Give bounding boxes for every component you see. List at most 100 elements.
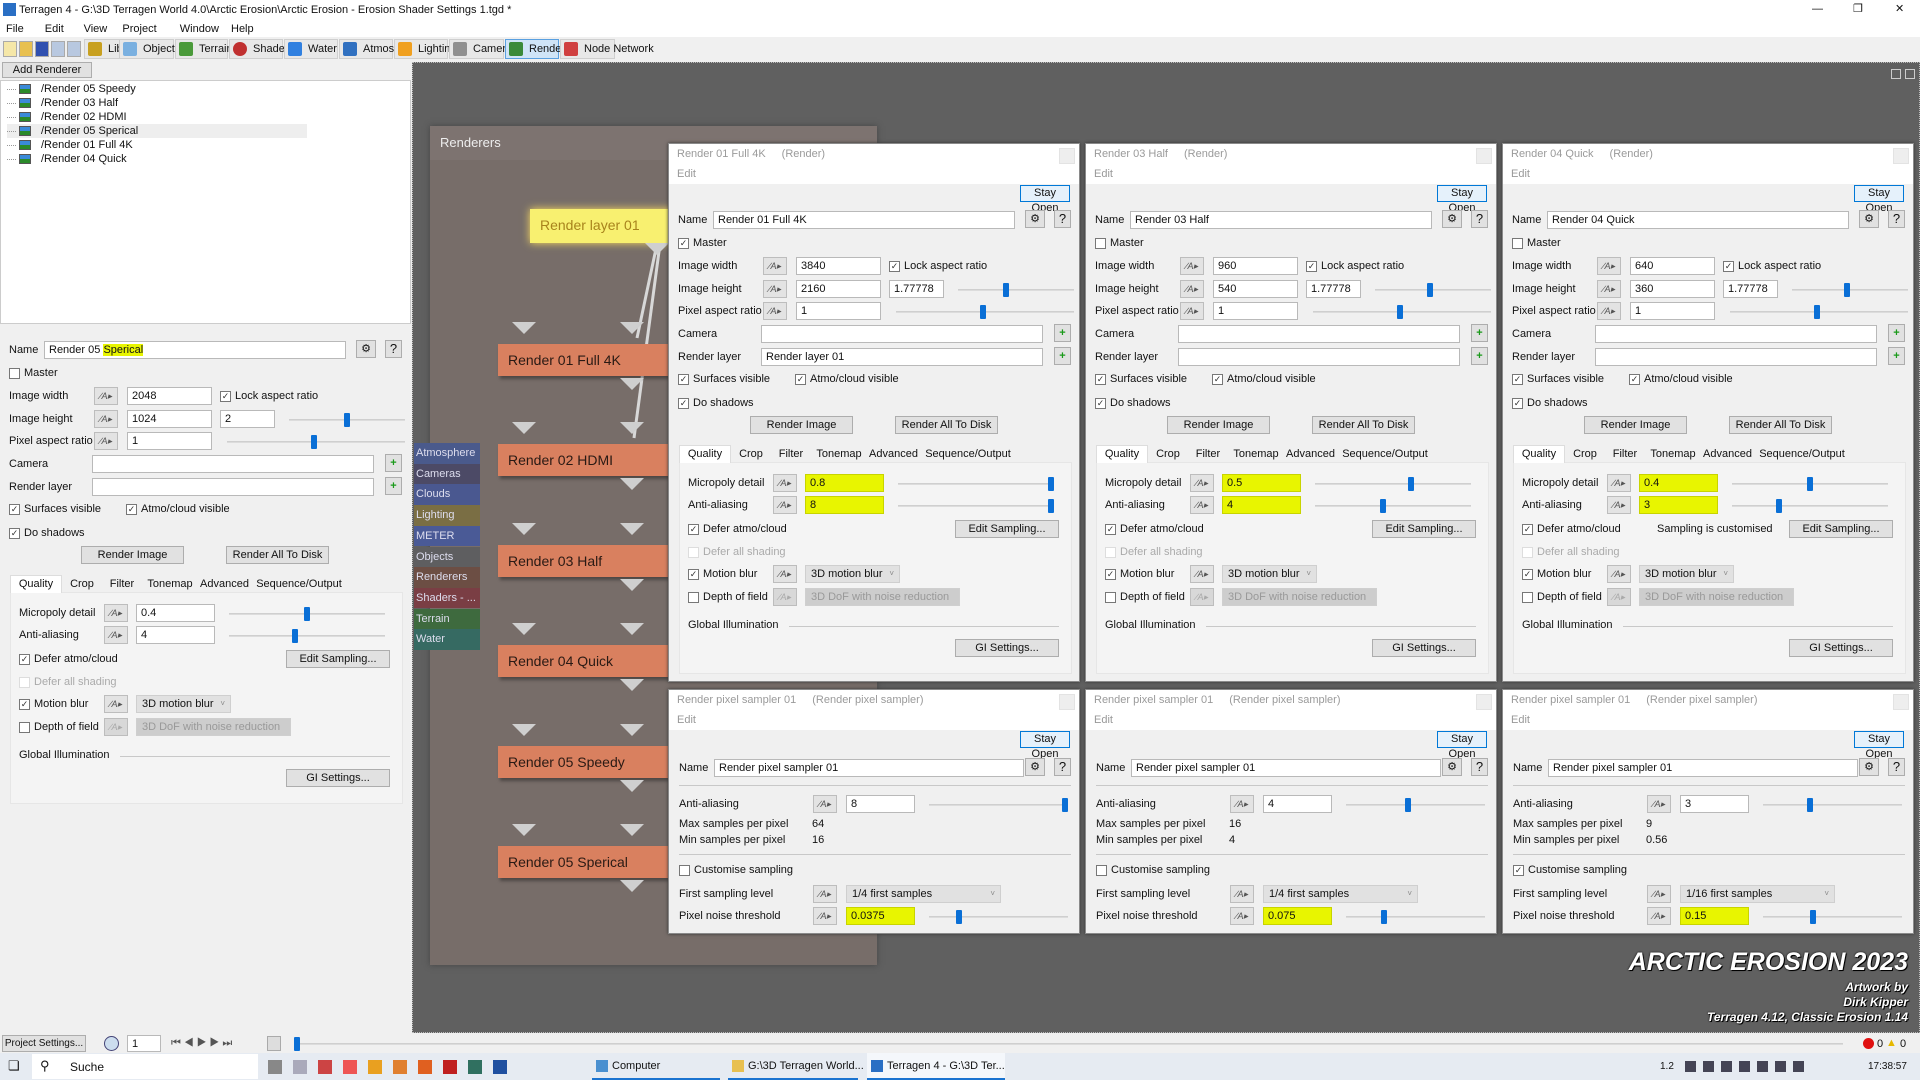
taskbar-app[interactable]: Computer xyxy=(592,1053,720,1080)
master-checkbox[interactable] xyxy=(1512,238,1523,249)
input-connector[interactable] xyxy=(512,422,536,434)
anti-aliasing-slider[interactable] xyxy=(1732,505,1888,507)
name-input[interactable]: Render pixel sampler 01 xyxy=(714,759,1024,777)
anti-aliasing-slider[interactable] xyxy=(1763,804,1902,806)
pixel-noise-threshold-slider[interactable] xyxy=(1763,916,1902,918)
pixel-noise-threshold-slider-thumb[interactable] xyxy=(956,910,962,924)
tray-icon[interactable] xyxy=(1793,1061,1804,1072)
clock-icon[interactable] xyxy=(104,1036,119,1051)
edit-sampling-button[interactable]: Edit Sampling... xyxy=(955,520,1059,538)
help-icon[interactable]: ? xyxy=(1471,758,1488,776)
image-width-input[interactable]: 960 xyxy=(1213,257,1298,275)
anti-aliasing-slider-thumb[interactable] xyxy=(1405,798,1411,812)
input-connector[interactable] xyxy=(620,724,644,736)
animate-param-icon[interactable]: ∕A▸ xyxy=(763,302,787,320)
depth-of-field-checkbox[interactable] xyxy=(688,592,699,603)
help-icon[interactable]: ? xyxy=(1471,210,1488,228)
pixel-aspect-input[interactable]: 1 xyxy=(1213,302,1298,320)
tray-icon[interactable] xyxy=(1757,1061,1768,1072)
animate-param-icon[interactable]: ∕A▸ xyxy=(1607,474,1631,492)
panel-close-button[interactable] xyxy=(1476,148,1492,164)
input-connector[interactable] xyxy=(512,724,536,736)
animate-param-icon[interactable]: ∕A▸ xyxy=(1230,907,1254,925)
image-width-input[interactable]: 3840 xyxy=(796,257,881,275)
anti-aliasing-slider[interactable] xyxy=(1346,804,1485,806)
animate-param-icon[interactable]: ∕A▸ xyxy=(1597,280,1621,298)
name-input[interactable]: Render pixel sampler 01 xyxy=(1131,759,1441,777)
animate-param-icon[interactable]: ∕A▸ xyxy=(1230,795,1254,813)
animate-param-icon[interactable]: ∕A▸ xyxy=(1647,795,1671,813)
first-sampling-level-dropdown[interactable]: 1/16 first samples ˅ xyxy=(1680,885,1835,903)
do-shadows-checkbox[interactable]: ✓ xyxy=(678,398,689,409)
tray-icon[interactable] xyxy=(1775,1061,1786,1072)
panel-close-button[interactable] xyxy=(1893,694,1909,710)
tab-crop[interactable]: Crop xyxy=(733,446,769,462)
tab-advanced[interactable]: Advanced xyxy=(1283,446,1338,462)
keyframe-icon[interactable] xyxy=(267,1036,281,1051)
windows-start-icon[interactable]: ❏ xyxy=(8,1059,20,1073)
tab-crop[interactable]: Crop xyxy=(1150,446,1186,462)
toolbar-tab-terrain[interactable]: Terrain xyxy=(175,39,233,59)
atmo-cloud-visible-checkbox[interactable]: ✓ xyxy=(795,374,806,385)
image-width-input[interactable]: 640 xyxy=(1630,257,1715,275)
name-input[interactable]: Render pixel sampler 01 xyxy=(1548,759,1858,777)
help-icon[interactable]: ? xyxy=(1888,210,1905,228)
motion-blur-checkbox[interactable]: ✓ xyxy=(1105,569,1116,580)
surfaces-visible-checkbox[interactable]: ✓ xyxy=(678,374,689,385)
camera-input[interactable] xyxy=(761,325,1043,343)
error-icon[interactable] xyxy=(1863,1038,1874,1049)
output-connector[interactable] xyxy=(645,243,669,255)
defer-atmo-cloud-checkbox[interactable]: ✓ xyxy=(688,524,699,535)
timeline-slider[interactable] xyxy=(294,1043,1843,1045)
renderer-node[interactable]: Render 05 Sperical xyxy=(498,846,678,878)
app-icon[interactable] xyxy=(318,1060,332,1074)
animate-param-icon[interactable]: ∕A▸ xyxy=(1647,907,1671,925)
output-connector[interactable] xyxy=(620,679,644,691)
output-connector[interactable] xyxy=(620,780,644,792)
animate-param-icon[interactable]: ∕A▸ xyxy=(773,474,797,492)
pixel-noise-threshold-slider[interactable] xyxy=(1346,916,1485,918)
pixel-aspect-input[interactable]: 1 xyxy=(1630,302,1715,320)
help-icon[interactable]: ? xyxy=(1888,758,1905,776)
pixel-noise-threshold-slider[interactable] xyxy=(929,916,1068,918)
render-icon[interactable] xyxy=(51,41,65,57)
taskbar-app[interactable]: Terragen 4 - G:\3D Ter... xyxy=(867,1053,1005,1080)
pixel-noise-threshold-input[interactable]: 0.075 xyxy=(1263,907,1332,925)
node-palette-tab[interactable]: Objects xyxy=(414,546,480,567)
motion-blur-dropdown[interactable]: 3D motion blur ˅ xyxy=(805,565,900,583)
input-connector[interactable] xyxy=(620,523,644,535)
input-connector[interactable] xyxy=(512,824,536,836)
anti-aliasing-input[interactable]: 8 xyxy=(805,496,884,514)
stay-open-button[interactable]: Stay Open xyxy=(1854,185,1904,214)
node-palette-tab[interactable]: Clouds xyxy=(414,484,480,505)
gear-icon[interactable]: ⚙ xyxy=(1442,210,1462,228)
renderer-node[interactable]: Render 01 Full 4K xyxy=(498,344,678,376)
first-sampling-level-dropdown[interactable]: 1/4 first samples ˅ xyxy=(846,885,1001,903)
master-checkbox[interactable] xyxy=(1095,238,1106,249)
tab-quality[interactable]: Quality xyxy=(679,445,731,463)
micropoly-slider-thumb[interactable] xyxy=(1807,477,1813,491)
input-connector[interactable] xyxy=(620,422,644,434)
app-icon[interactable] xyxy=(368,1060,382,1074)
pixel-aspect-slider-thumb[interactable] xyxy=(980,305,986,319)
app-icon[interactable] xyxy=(443,1060,457,1074)
motion-blur-checkbox[interactable]: ✓ xyxy=(1522,569,1533,580)
toolbar-tab-cameras[interactable]: Cameras xyxy=(449,39,518,59)
animate-param-icon[interactable]: ∕A▸ xyxy=(813,907,837,925)
motion-blur-dropdown[interactable]: 3D motion blur ˅ xyxy=(1639,565,1734,583)
animate-param-icon[interactable]: ∕A▸ xyxy=(813,795,837,813)
animate-param-icon[interactable]: ∕A▸ xyxy=(773,496,797,514)
tab-filter[interactable]: Filter xyxy=(771,446,811,462)
aspect-ratio-slider-thumb[interactable] xyxy=(1003,283,1009,297)
animate-param-icon[interactable]: ∕A▸ xyxy=(1597,302,1621,320)
output-connector[interactable] xyxy=(620,378,644,390)
render-image-button[interactable]: Render Image xyxy=(1584,416,1687,434)
help-icon[interactable]: ? xyxy=(1054,758,1071,776)
name-input[interactable]: Render 03 Half xyxy=(1130,211,1432,229)
stay-open-button[interactable]: Stay Open xyxy=(1020,731,1070,760)
render-layer-node[interactable]: Render layer 01 xyxy=(530,209,680,243)
node-palette-tab[interactable]: Renderers xyxy=(414,567,480,588)
output-connector[interactable] xyxy=(620,579,644,591)
tab-crop[interactable]: Crop xyxy=(1567,446,1603,462)
animate-param-icon[interactable]: ∕A▸ xyxy=(1607,496,1631,514)
